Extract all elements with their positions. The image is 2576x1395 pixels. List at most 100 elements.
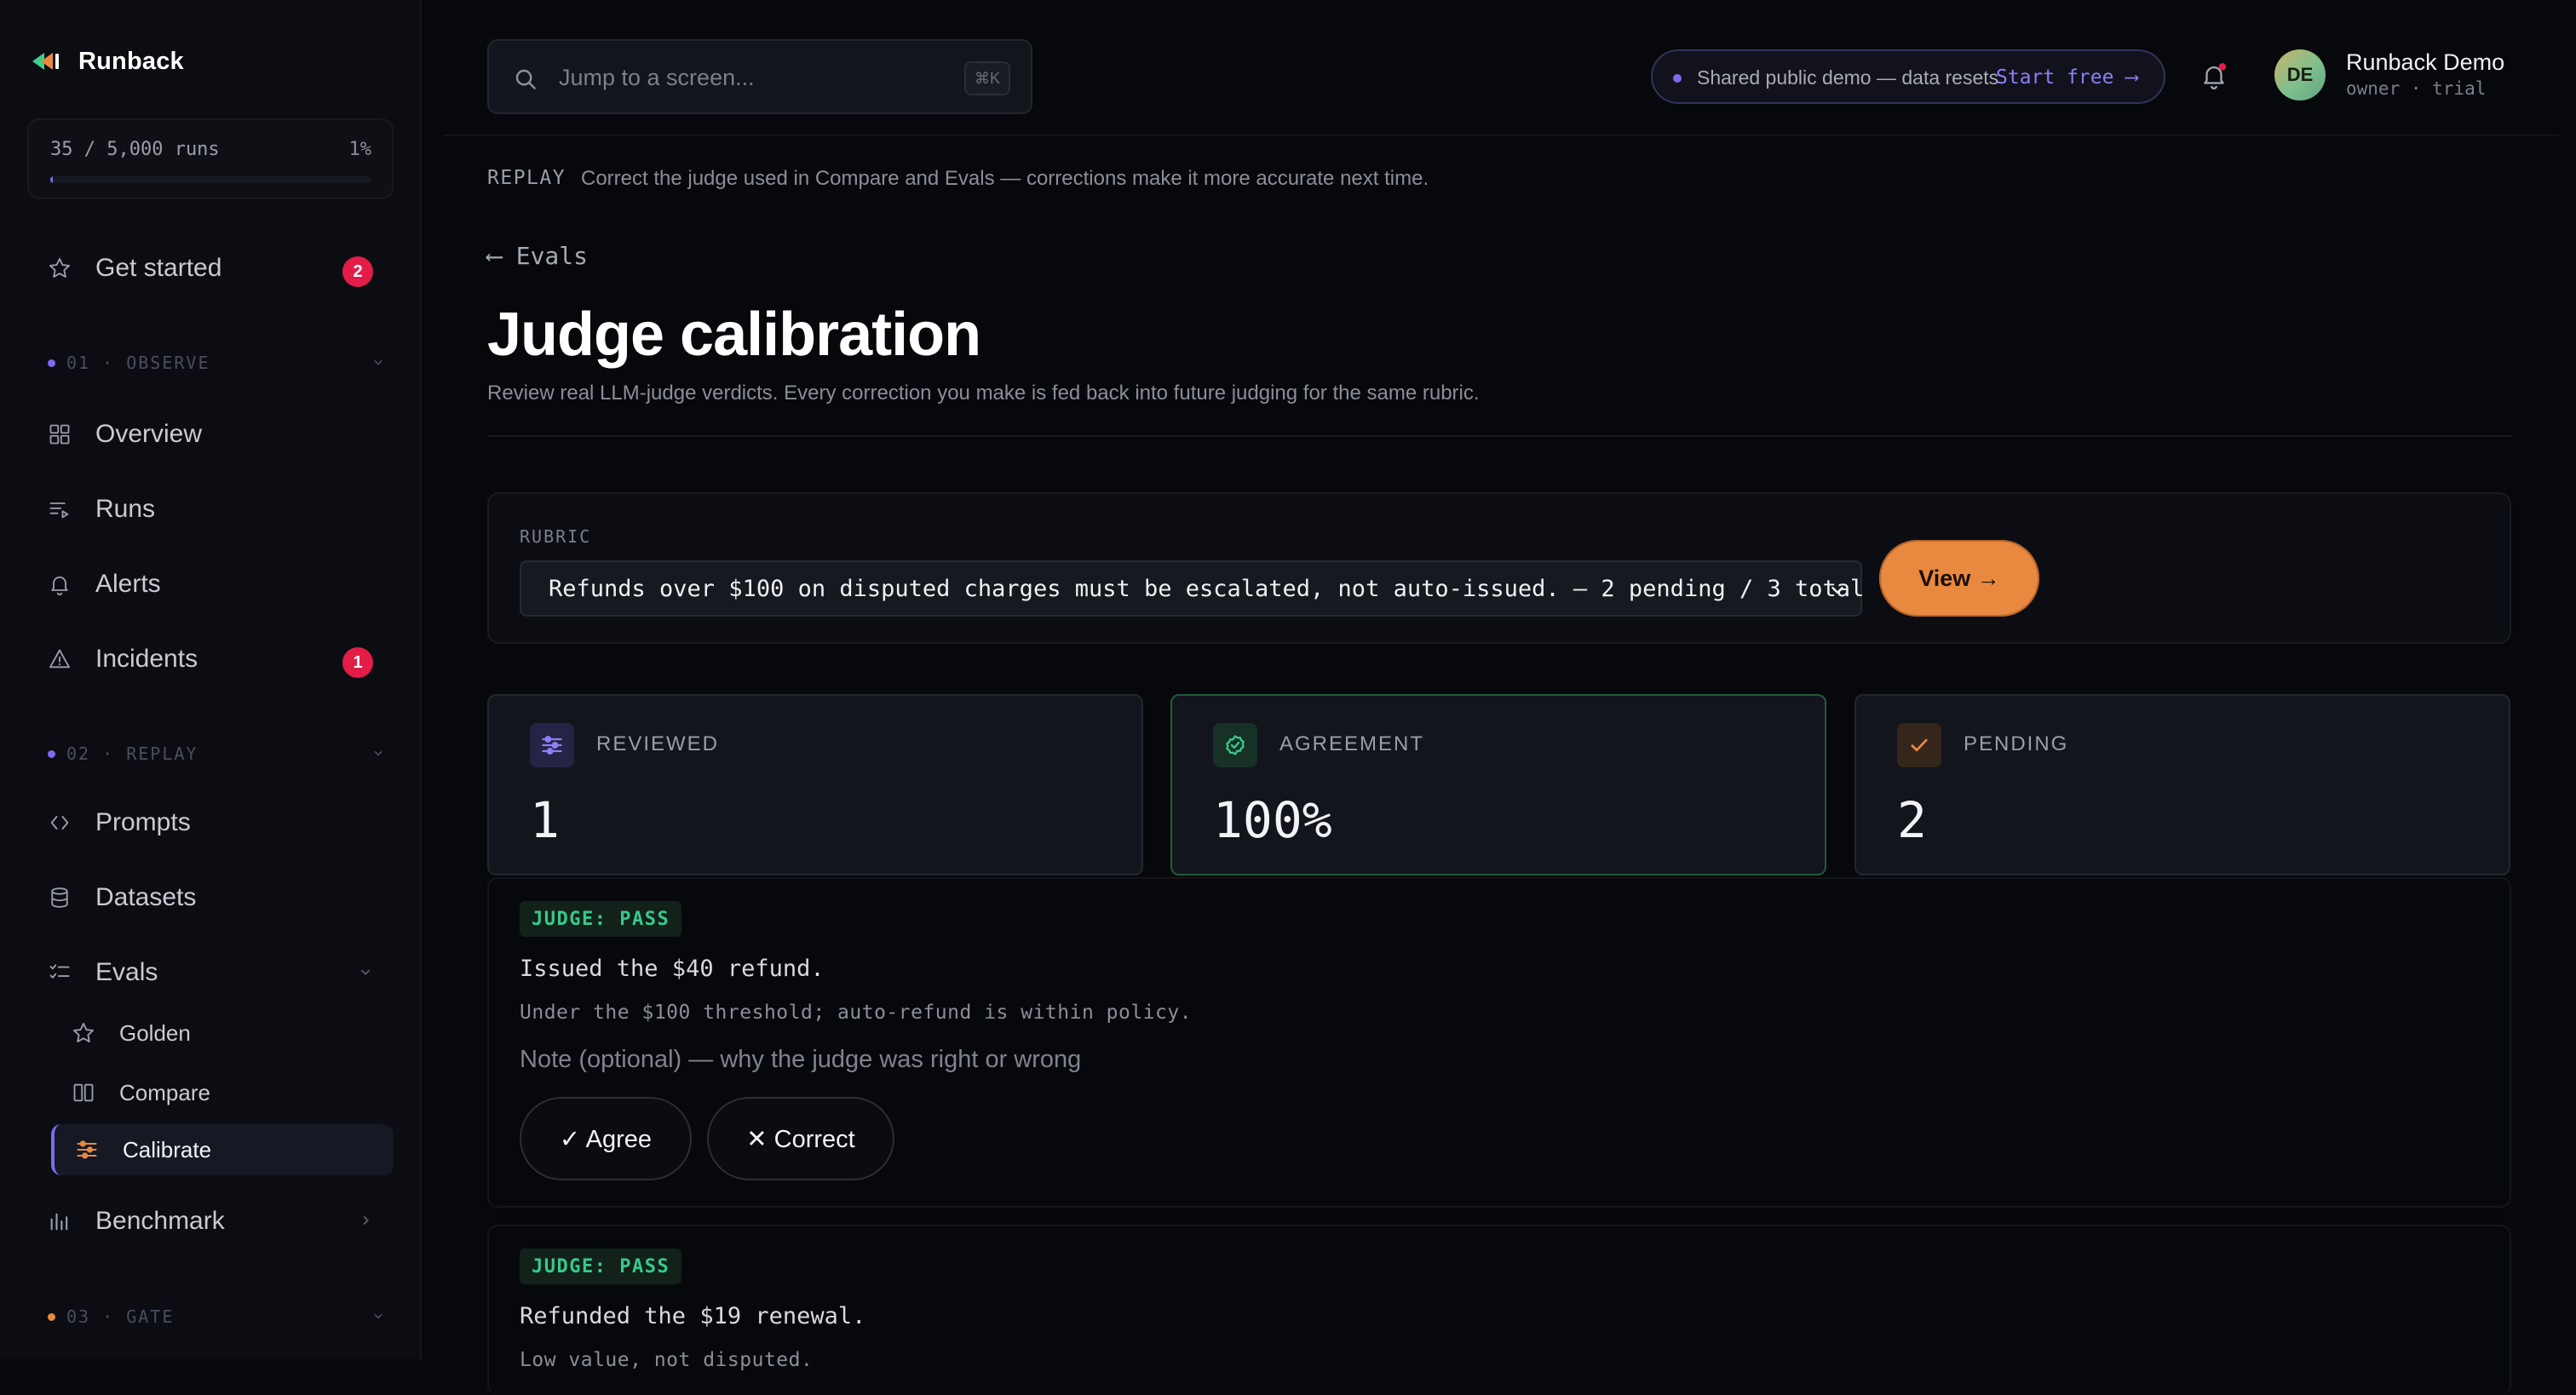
section-observe-dot (48, 359, 55, 367)
nav-datasets-label: Datasets (95, 883, 197, 911)
stat-reviewed-icon-box (530, 723, 574, 767)
start-free-link[interactable]: Start free ⟶ (1996, 66, 2137, 89)
stat-reviewed-label: REVIEWED (596, 732, 720, 755)
bell-icon (51, 576, 68, 596)
verdict-reason: Low value, not disputed. (520, 1349, 814, 1371)
section-gate-header[interactable]: 03 · GATE (48, 1304, 388, 1329)
nav-benchmark[interactable]: Benchmark (27, 1196, 394, 1247)
nav-compare-label: Compare (119, 1080, 210, 1105)
section-observe-header[interactable]: 01 · OBSERVE (48, 350, 388, 376)
chevron-right-icon (363, 1215, 370, 1226)
usage-bar-fill (50, 176, 53, 183)
database-icon (51, 887, 68, 908)
nav-datasets[interactable]: Datasets (27, 872, 394, 923)
nav-incidents-label: Incidents (95, 645, 198, 673)
user-role: owner · trial (2346, 78, 2487, 99)
verdict-card: JUDGE: PASS Issued the $40 refund. Under… (487, 877, 2511, 1208)
search-box[interactable]: Jump to a screen... ⌘K (487, 39, 1032, 114)
demo-dot (1673, 74, 1682, 83)
demo-banner: Shared public demo — data resets Start f… (1651, 49, 2165, 104)
agree-button[interactable]: ✓ Agree (520, 1097, 692, 1180)
nav-incidents[interactable]: Incidents 1 (27, 634, 394, 685)
note-input[interactable]: Note (optional) — why the judge was righ… (520, 1046, 1081, 1074)
sliders-icon (542, 736, 562, 755)
stat-pending-value: 2 (1897, 791, 1927, 849)
notifications-bell-icon[interactable] (2199, 61, 2228, 90)
stat-pending-label: PENDING (1964, 732, 2069, 755)
judge-verdict-badge: JUDGE: PASS (520, 1249, 682, 1284)
verdict-card: JUDGE: PASS Refunded the $19 renewal. Lo… (487, 1225, 2511, 1395)
usage-text: 35 / 5,000 runs (50, 139, 220, 160)
nav-runs[interactable]: Runs (27, 484, 394, 535)
search-icon (515, 69, 536, 89)
star-icon (72, 1022, 95, 1042)
nav-compare[interactable]: Compare (51, 1067, 394, 1118)
nav-overview-label: Overview (95, 420, 203, 448)
section-gate-dot (48, 1313, 55, 1321)
section-gate-label: 03 · GATE (66, 1306, 175, 1327)
nav-overview[interactable]: Overview (27, 409, 394, 460)
section-replay-header[interactable]: 02 · REPLAY (48, 741, 388, 766)
warning-triangle-icon (49, 649, 71, 669)
sidebar: Runback 35 / 5,000 runs 1% Get started 2… (0, 0, 422, 1359)
chevron-down-icon (1831, 587, 1843, 594)
rubric-select[interactable]: Refunds over $100 on disputed charges mu… (520, 560, 1865, 617)
correct-button[interactable]: ✕ Correct (707, 1097, 894, 1180)
sliders-icon (77, 1140, 97, 1159)
view-rubric-button[interactable]: View → (1879, 540, 2039, 617)
nav-evals-label: Evals (95, 958, 158, 986)
stat-agreement: AGREEMENT 100% (1170, 694, 1826, 875)
user-name[interactable]: Runback Demo (2346, 49, 2504, 76)
grid-icon (49, 424, 70, 445)
nav-calibrate-label: Calibrate (123, 1137, 212, 1162)
demo-text: Shared public demo — data resets (1697, 66, 1999, 89)
nav-get-started[interactable]: Get started 2 (27, 243, 394, 294)
nav-alerts-label: Alerts (95, 570, 161, 598)
rubric-label: RUBRIC (520, 526, 592, 547)
search-input[interactable]: Jump to a screen... (559, 65, 755, 91)
usage-meter: 35 / 5,000 runs 1% (27, 118, 394, 199)
rubric-selected-value: Refunds over $100 on disputed charges mu… (549, 576, 1865, 602)
brand[interactable]: Runback (29, 43, 184, 80)
code-brackets-icon (50, 816, 69, 830)
verdict-reason: Under the $100 threshold; auto-refund is… (520, 1002, 1193, 1024)
verdict-answer: Refunded the $19 renewal. (520, 1303, 866, 1329)
section-observe-label: 01 · OBSERVE (66, 353, 210, 373)
nav-prompts[interactable]: Prompts (27, 797, 394, 848)
section-tag: REPLAY (487, 167, 566, 189)
stat-agreement-label: AGREEMENT (1279, 732, 1425, 755)
usage-bar (50, 176, 371, 183)
verdict-answer: Issued the $40 refund. (520, 956, 825, 982)
stat-pending-icon-box (1897, 723, 1941, 767)
checklist-icon (49, 964, 70, 979)
rubric-card: RUBRIC Refunds over $100 on disputed cha… (487, 492, 2511, 644)
nav-golden[interactable]: Golden (51, 1008, 394, 1059)
header-divider (487, 435, 2511, 437)
nav-get-started-label: Get started (95, 254, 222, 282)
nav-prompts-label: Prompts (95, 808, 191, 836)
usage-percent: 1% (348, 139, 372, 160)
get-started-count-badge: 2 (342, 256, 373, 287)
nav-runs-label: Runs (95, 495, 156, 523)
stat-agreement-icon-box (1213, 723, 1257, 767)
chevron-down-icon (374, 1313, 382, 1319)
nav-golden-label: Golden (119, 1020, 191, 1046)
section-replay-label: 02 · REPLAY (66, 743, 198, 764)
chevron-down-icon (360, 969, 371, 976)
brand-name: Runback (78, 47, 184, 75)
page-subtitle: Review real LLM-judge verdicts. Every co… (487, 382, 1480, 405)
page-title: Judge calibration (487, 301, 981, 369)
nav-evals[interactable]: Evals (27, 947, 394, 998)
stat-reviewed: REVIEWED 1 (487, 694, 1143, 875)
check-circle-icon (1226, 735, 1245, 755)
star-icon (49, 257, 71, 278)
user-avatar[interactable]: DE (2274, 49, 2326, 100)
search-shortcut: ⌘K (964, 61, 1010, 95)
stat-reviewed-value: 1 (530, 791, 560, 849)
runback-logo-icon (29, 44, 63, 78)
back-to-evals-link[interactable]: ⟵ Evals (487, 242, 588, 270)
nav-alerts[interactable]: Alerts (27, 559, 394, 610)
top-divider (443, 135, 2559, 136)
nav-calibrate[interactable]: Calibrate (51, 1124, 394, 1175)
incidents-count-badge: 1 (342, 647, 373, 678)
